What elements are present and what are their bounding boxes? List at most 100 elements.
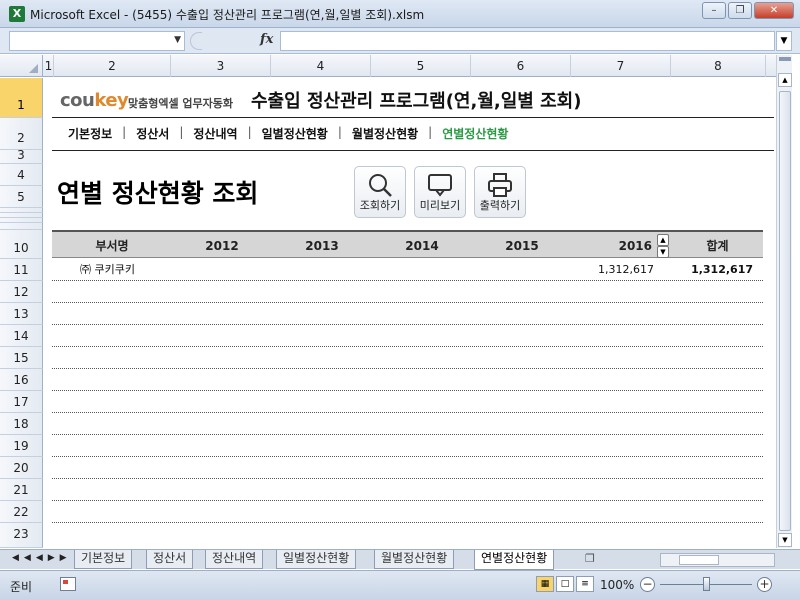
excel-app-icon: X bbox=[9, 6, 25, 22]
table-row[interactable]: ㈜ 쿠키쿠키 1,312,617 1,312,617 bbox=[52, 259, 763, 281]
name-box[interactable]: ▼ bbox=[9, 31, 185, 51]
nav-item-yearly-status[interactable]: 연별정산현황 bbox=[432, 125, 518, 142]
chevron-down-icon[interactable]: ▼ bbox=[174, 35, 181, 45]
table-row[interactable] bbox=[52, 457, 763, 479]
row-header[interactable]: 19 bbox=[0, 435, 43, 457]
preview-button[interactable]: 미리보기 bbox=[414, 166, 466, 218]
spin-down-icon[interactable]: ▼ bbox=[657, 246, 669, 258]
header-year: 2015 bbox=[505, 239, 539, 253]
cell-value[interactable] bbox=[272, 259, 372, 281]
cell-value[interactable]: 1,312,617 bbox=[572, 259, 654, 281]
divider bbox=[52, 150, 774, 151]
worksheet[interactable]: coukey 맞춤형엑셀 업무자동화 수출입 정산관리 프로그램(연,월,일별 … bbox=[44, 78, 776, 548]
tab-monthly-status[interactable]: 월별정산현황 bbox=[374, 550, 455, 569]
table-row[interactable] bbox=[52, 391, 763, 413]
window-controls: – ❐ ✕ bbox=[702, 2, 794, 19]
spin-up-icon[interactable]: ▲ bbox=[657, 234, 669, 246]
row-header[interactable]: 16 bbox=[0, 369, 43, 391]
row-header[interactable]: 13 bbox=[0, 303, 43, 325]
column-header[interactable]: 3 bbox=[171, 55, 271, 77]
tab-settlement[interactable]: 정산서 bbox=[146, 550, 194, 569]
horizontal-scroll-thumb[interactable] bbox=[679, 555, 719, 565]
cell-total[interactable]: 1,312,617 bbox=[672, 259, 753, 281]
nav-item-settlement[interactable]: 정산서 bbox=[126, 125, 179, 142]
row-header[interactable]: 22 bbox=[0, 501, 43, 523]
zoom-out-icon[interactable]: − bbox=[640, 577, 655, 592]
row-header[interactable]: 3 bbox=[0, 149, 43, 164]
row-header[interactable]: 10 bbox=[0, 230, 43, 259]
column-header[interactable]: 4 bbox=[271, 55, 371, 77]
column-header[interactable]: 8 bbox=[671, 55, 766, 77]
horizontal-scrollbar[interactable] bbox=[660, 553, 775, 567]
row-header[interactable]: 1 bbox=[0, 78, 43, 118]
insert-sheet-icon[interactable]: ❐ bbox=[585, 552, 595, 565]
app-title: 수출입 정산관리 프로그램(연,월,일별 조회) bbox=[251, 91, 582, 112]
print-button[interactable]: 출력하기 bbox=[474, 166, 526, 218]
row-header[interactable]: 15 bbox=[0, 347, 43, 369]
table-row[interactable] bbox=[52, 325, 763, 347]
restore-icon[interactable]: ❐ bbox=[728, 2, 752, 19]
row-header[interactable]: 18 bbox=[0, 413, 43, 435]
row-header[interactable]: 21 bbox=[0, 479, 43, 501]
nav-item-settlement-history[interactable]: 정산내역 bbox=[183, 125, 247, 142]
column-header[interactable]: 2 bbox=[54, 55, 171, 77]
table-row[interactable] bbox=[52, 479, 763, 501]
column-header[interactable]: 1 bbox=[44, 55, 54, 77]
table-row[interactable] bbox=[52, 413, 763, 435]
tab-basic-info[interactable]: 기본정보 bbox=[74, 550, 133, 569]
zoom-slider-thumb[interactable] bbox=[703, 577, 710, 591]
zoom-level[interactable]: 100% bbox=[600, 578, 634, 592]
cell-value[interactable] bbox=[372, 259, 472, 281]
row-header[interactable]: 2 bbox=[0, 118, 43, 150]
select-all-corner[interactable] bbox=[0, 55, 43, 77]
table-row[interactable] bbox=[52, 303, 763, 325]
row-header[interactable]: 12 bbox=[0, 281, 43, 303]
vertical-scrollbar[interactable]: ▲ ▼ bbox=[776, 55, 792, 548]
tab-daily-status[interactable]: 일별정산현황 bbox=[276, 550, 357, 569]
cell-value[interactable] bbox=[472, 259, 572, 281]
formula-input[interactable] bbox=[280, 31, 775, 51]
header-year: 2014 bbox=[405, 239, 439, 253]
nav-item-basic-info[interactable]: 기본정보 bbox=[58, 125, 122, 142]
nav-item-daily-status[interactable]: 일별정산현황 bbox=[252, 125, 338, 142]
scroll-down-icon[interactable]: ▼ bbox=[778, 533, 792, 547]
scroll-up-icon[interactable]: ▲ bbox=[778, 73, 792, 87]
row-header[interactable]: 20 bbox=[0, 457, 43, 479]
split-handle[interactable] bbox=[779, 57, 791, 61]
page-break-icon[interactable]: ≡ bbox=[576, 576, 594, 592]
scroll-thumb[interactable] bbox=[779, 91, 791, 531]
nav-menu: 기본정보 | 정산서 | 정산내역 | 일별정산현황 | 월별정산현황 | 연별… bbox=[58, 125, 518, 142]
insert-function-icon[interactable]: fx bbox=[260, 32, 273, 47]
tab-settlement-history[interactable]: 정산내역 bbox=[205, 550, 264, 569]
column-header[interactable]: 5 bbox=[371, 55, 471, 77]
brand-name-a: cou bbox=[60, 90, 95, 111]
nav-item-monthly-status[interactable]: 월별정산현황 bbox=[342, 125, 428, 142]
cell-department[interactable]: ㈜ 쿠키쿠키 bbox=[80, 259, 135, 281]
table-row[interactable] bbox=[52, 347, 763, 369]
minimize-icon[interactable]: – bbox=[702, 2, 726, 19]
close-icon[interactable]: ✕ bbox=[754, 2, 794, 19]
cancel-enter-handle[interactable] bbox=[190, 32, 202, 50]
row-header[interactable]: 11 bbox=[0, 259, 43, 281]
row-header[interactable]: 17 bbox=[0, 391, 43, 413]
macro-record-icon[interactable] bbox=[60, 577, 76, 591]
row-header[interactable]: 14 bbox=[0, 325, 43, 347]
table-row[interactable] bbox=[52, 435, 763, 457]
row-header[interactable]: 4 bbox=[0, 164, 43, 186]
zoom-in-icon[interactable]: + bbox=[757, 577, 772, 592]
table-row[interactable] bbox=[52, 281, 763, 303]
cell-value[interactable] bbox=[172, 259, 272, 281]
row-header[interactable]: 5 bbox=[0, 186, 43, 208]
table-row[interactable] bbox=[52, 369, 763, 391]
column-header[interactable]: 6 bbox=[471, 55, 571, 77]
row-header[interactable]: 23 bbox=[0, 523, 43, 548]
tab-navigation-icon[interactable]: ◀◀◀▶▶ bbox=[12, 553, 72, 563]
page-layout-icon[interactable]: □ bbox=[556, 576, 574, 592]
expand-formula-icon[interactable]: ▼ bbox=[776, 31, 792, 51]
normal-view-icon[interactable]: ▦ bbox=[536, 576, 554, 592]
table-row[interactable] bbox=[52, 501, 763, 523]
column-header[interactable]: 7 bbox=[571, 55, 671, 77]
tab-yearly-status[interactable]: 연별정산현황 bbox=[474, 550, 555, 570]
year-spinner[interactable]: ▲ ▼ bbox=[657, 234, 669, 258]
search-button[interactable]: 조회하기 bbox=[354, 166, 406, 218]
